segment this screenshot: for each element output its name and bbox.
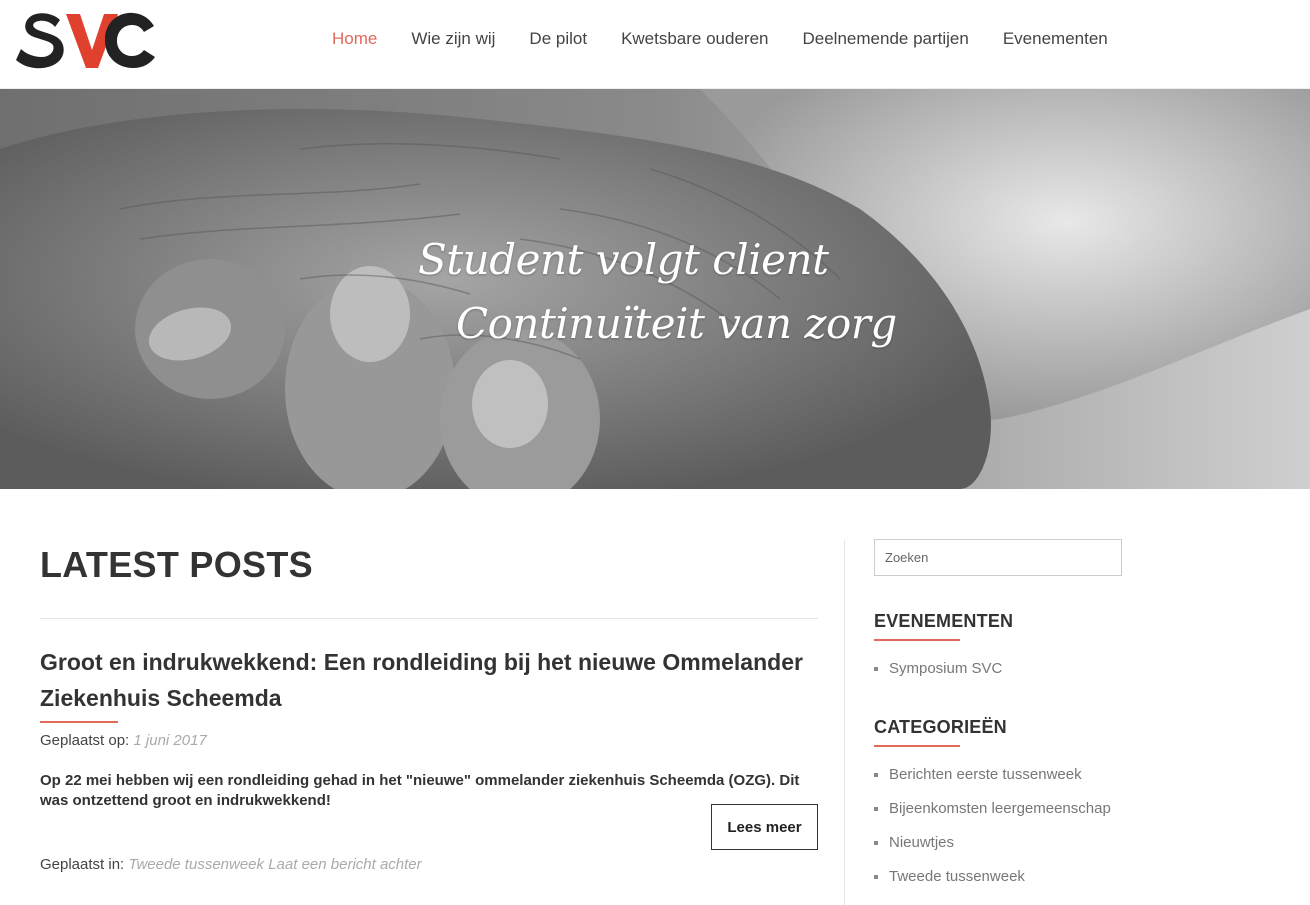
events-widget-underline [874, 639, 960, 641]
sidebar: EVENEMENTEN Symposium SVC CATEGORIEËN Be… [874, 539, 1122, 885]
category-item-berichten[interactable]: Berichten eerste tussenweek [874, 763, 1114, 787]
title-divider [40, 618, 818, 619]
nav-de-pilot[interactable]: De pilot [529, 28, 587, 52]
sidebar-divider [844, 540, 845, 905]
post-title-underline [40, 721, 118, 723]
svc-logo[interactable] [16, 8, 156, 72]
category-item-bijeenkomsten[interactable]: Bijeenkomsten leergemeenschap [874, 797, 1114, 821]
post-title[interactable]: Groot en indrukwekkend: Een rondleiding … [40, 644, 818, 716]
hero-hands-photo [0, 89, 1310, 489]
hero-tagline-2: Continuïteit van zorg [456, 299, 897, 348]
post-excerpt: Op 22 mei hebben wij een rondleiding geh… [40, 772, 800, 809]
post-date[interactable]: 1 juni 2017 [133, 732, 206, 749]
page-title: LATEST POSTS [40, 544, 313, 585]
category-item-tweede-tussenweek[interactable]: Tweede tussenweek [874, 865, 1114, 889]
main-nav: Home Wie zijn wij De pilot Kwetsbare oud… [332, 28, 1142, 52]
leave-comment-link[interactable]: Laat een bericht achter [268, 856, 421, 873]
nav-evenementen[interactable]: Evenementen [1003, 28, 1108, 52]
hero-tagline-1: Student volgt client [418, 235, 829, 284]
read-more-button[interactable]: Lees meer [711, 804, 818, 850]
search-input[interactable] [874, 539, 1122, 576]
posted-in-label: Geplaatst in: [40, 856, 125, 873]
events-widget: EVENEMENTEN Symposium SVC [874, 609, 1114, 691]
events-widget-title: EVENEMENTEN [874, 611, 1014, 631]
post-category-link[interactable]: Tweede tussenweek [128, 856, 264, 873]
nav-wie-zijn-wij[interactable]: Wie zijn wij [411, 28, 495, 52]
hero-banner: Student volgt client Continuïteit van zo… [0, 89, 1310, 489]
categories-widget: CATEGORIEËN Berichten eerste tussenweek … [874, 715, 1114, 899]
nav-kwetsbare-ouderen[interactable]: Kwetsbare ouderen [621, 28, 768, 52]
nav-home[interactable]: Home [332, 28, 377, 52]
main-content: LATEST POSTS Groot en indrukwekkend: Een… [40, 540, 818, 873]
post-footer: Geplaatst in: Tweede tussenweek Laat een… [40, 856, 422, 873]
categories-widget-title: CATEGORIEËN [874, 717, 1007, 737]
nav-deelnemende-partijen[interactable]: Deelnemende partijen [803, 28, 969, 52]
post-card: Groot en indrukwekkend: Een rondleiding … [40, 644, 818, 873]
categories-widget-underline [874, 745, 960, 747]
event-item-symposium[interactable]: Symposium SVC [874, 657, 1114, 681]
post-meta: Geplaatst op: 1 juni 2017 [40, 731, 818, 751]
logo-letter-c [104, 12, 155, 68]
logo-letter-s [16, 13, 64, 69]
site-header: Home Wie zijn wij De pilot Kwetsbare oud… [0, 0, 1310, 89]
category-item-nieuwtjes[interactable]: Nieuwtjes [874, 831, 1114, 855]
posted-on-label: Geplaatst op: [40, 732, 130, 749]
